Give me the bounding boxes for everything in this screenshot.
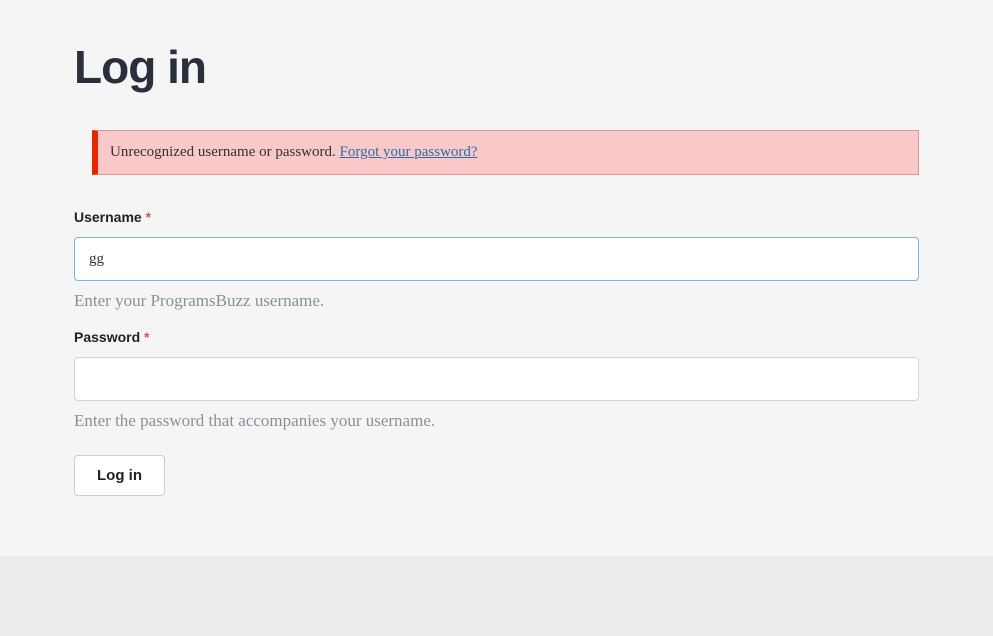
username-help: Enter your ProgramsBuzz username. <box>74 291 919 311</box>
forgot-password-link[interactable]: Forgot your password? <box>340 144 478 160</box>
username-input[interactable] <box>74 237 919 281</box>
login-button[interactable]: Log in <box>74 455 165 496</box>
password-label-text: Password <box>74 329 140 345</box>
username-label-text: Username <box>74 209 142 225</box>
username-label: Username * <box>74 209 919 225</box>
footer-area <box>0 556 993 636</box>
password-input[interactable] <box>74 357 919 401</box>
password-help: Enter the password that accompanies your… <box>74 411 919 431</box>
password-label: Password * <box>74 329 919 345</box>
error-message: Unrecognized username or password. <box>110 144 340 160</box>
required-mark: * <box>146 209 151 225</box>
error-alert: Unrecognized username or password. Forgo… <box>92 130 919 175</box>
page-title: Log in <box>74 40 919 94</box>
required-mark: * <box>144 329 149 345</box>
